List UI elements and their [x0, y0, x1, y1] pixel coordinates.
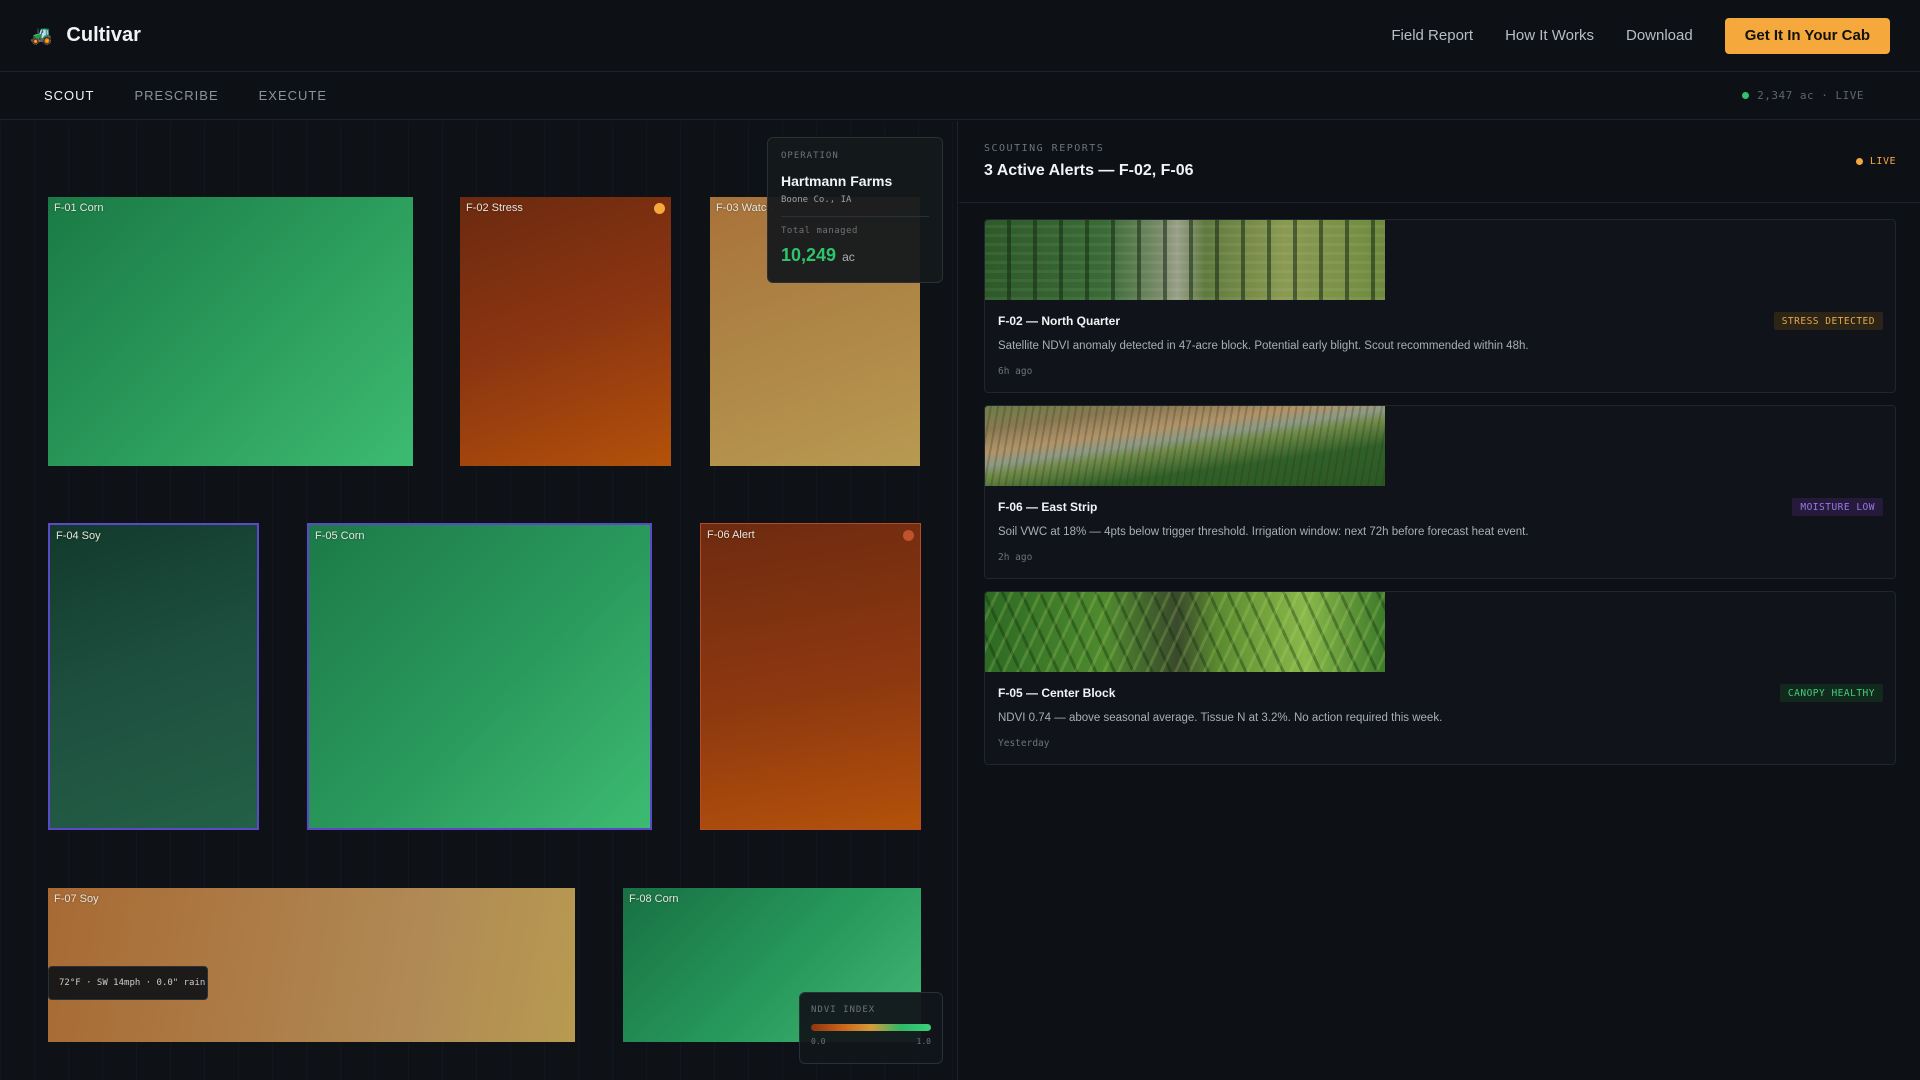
field-label: F-02 Stress: [466, 202, 523, 214]
field-label: F-08 Corn: [629, 893, 679, 905]
acres-unit: ac: [842, 250, 855, 264]
report-time: 6h ago: [998, 366, 1033, 377]
top-nav: Field Report How It Works Download Get I…: [1391, 17, 1890, 54]
report-card-f05[interactable]: F-05 — Center Block CANOPY HEALTHY NDVI …: [984, 591, 1896, 765]
alert-marker-icon: [654, 203, 665, 214]
live-dot-icon: [1742, 92, 1750, 99]
ndvi-max: 1.0: [916, 1037, 931, 1046]
weather-text: 72°F · SW 14mph · 0.0" rain: [59, 978, 206, 988]
live-label: LIVE: [1869, 156, 1896, 167]
report-title: F-02 — North Quarter: [998, 314, 1121, 328]
mode-tabs-bar: SCOUT PRESCRIBE EXECUTE 2,347 ac · LIVE: [0, 72, 1920, 120]
farm-county: Boone Co., IA: [781, 195, 852, 205]
acres-readout: 10,249 ac: [781, 245, 929, 266]
ndvi-scale: 0.0 1.0: [811, 1037, 931, 1046]
report-description: NDVI 0.74 — above seasonal average. Tiss…: [998, 712, 1443, 724]
field-label: F-07 Soy: [54, 893, 99, 905]
report-photo: [985, 220, 1385, 300]
status-badge: STRESS DETECTED: [1773, 312, 1883, 330]
acreage-status: 2,347 ac · LIVE: [1742, 89, 1876, 102]
divider: [781, 216, 929, 217]
panel-header: SCOUTING REPORTS 3 Active Alerts — F-02,…: [959, 121, 1920, 203]
field-label: F-01 Corn: [54, 202, 104, 214]
field-label: F-06 Alert: [707, 529, 755, 541]
brand-name: Cultivar: [66, 24, 141, 46]
report-description: Satellite NDVI anomaly detected in 47-ac…: [998, 340, 1529, 352]
status-badge: MOISTURE LOW: [1792, 498, 1883, 516]
nav-link-download[interactable]: Download: [1626, 27, 1693, 44]
field-label: F-05 Corn: [315, 530, 365, 542]
alert-marker-icon: [903, 530, 914, 541]
tab-prescribe[interactable]: PRESCRIBE: [135, 88, 219, 103]
scouting-reports-panel: SCOUTING REPORTS 3 Active Alerts — F-02,…: [959, 121, 1920, 1080]
acres-value: 10,249: [781, 245, 837, 265]
status-badge: CANOPY HEALTHY: [1779, 684, 1883, 702]
report-card-f06[interactable]: F-06 — East Strip MOISTURE LOW Soil VWC …: [984, 405, 1896, 579]
field-label: F-04 Soy: [56, 530, 101, 542]
total-managed-label: Total managed: [781, 226, 858, 236]
report-photo: [985, 592, 1385, 672]
get-it-in-your-cab-button[interactable]: Get It In Your Cab: [1724, 17, 1890, 54]
nav-link-how-it-works[interactable]: How It Works: [1505, 27, 1594, 44]
ndvi-legend: NDVI INDEX 0.0 1.0: [799, 992, 943, 1064]
report-photo: [985, 406, 1385, 486]
operation-card: OPERATION Hartmann Farms Boone Co., IA T…: [767, 137, 943, 283]
farm-name: Hartmann Farms: [781, 173, 893, 189]
panel-kicker: SCOUTING REPORTS: [984, 143, 1105, 154]
ndvi-label: NDVI INDEX: [811, 1005, 876, 1015]
ndvi-gradient-bar: [811, 1024, 931, 1031]
nav-link-field-report[interactable]: Field Report: [1391, 27, 1473, 44]
live-indicator: LIVE: [1855, 156, 1896, 167]
tab-execute[interactable]: EXECUTE: [259, 88, 327, 103]
acreage-status-text: 2,347 ac · LIVE: [1757, 89, 1864, 102]
report-title: F-05 — Center Block: [998, 686, 1116, 700]
report-title: F-06 — East Strip: [998, 500, 1098, 514]
field-f06[interactable]: F-06 Alert: [700, 523, 921, 830]
mode-tabs: SCOUT PRESCRIBE EXECUTE: [44, 88, 327, 103]
operation-label: OPERATION: [781, 151, 839, 161]
field-f07[interactable]: F-07 Soy: [48, 888, 575, 1042]
field-f04[interactable]: F-04 Soy: [48, 523, 259, 830]
report-time: Yesterday: [998, 738, 1050, 749]
report-card-f02[interactable]: F-02 — North Quarter STRESS DETECTED Sat…: [984, 219, 1896, 393]
report-time: 2h ago: [998, 552, 1033, 563]
field-f02[interactable]: F-02 Stress: [460, 197, 671, 466]
field-label: F-03 Watch: [716, 202, 773, 214]
field-f01[interactable]: F-01 Corn: [48, 197, 413, 466]
weather-chip: 72°F · SW 14mph · 0.0" rain: [48, 966, 208, 1000]
tab-scout[interactable]: SCOUT: [44, 88, 95, 103]
field-f05[interactable]: F-05 Corn: [307, 523, 652, 830]
brand[interactable]: 🚜 Cultivar: [30, 24, 141, 47]
panel-title: 3 Active Alerts — F-02, F-06: [984, 162, 1194, 179]
report-description: Soil VWC at 18% — 4pts below trigger thr…: [998, 526, 1529, 538]
live-dot-icon: [1855, 158, 1863, 165]
top-header: 🚜 Cultivar Field Report How It Works Dow…: [0, 0, 1920, 72]
ndvi-min: 0.0: [811, 1037, 826, 1046]
tractor-icon: 🚜: [30, 25, 53, 45]
